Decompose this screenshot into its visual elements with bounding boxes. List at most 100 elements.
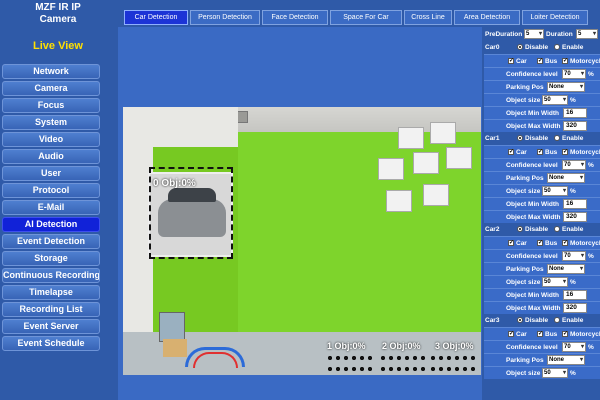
duration-select[interactable]: 5 <box>576 29 598 39</box>
car3-enable-radio[interactable] <box>554 317 560 323</box>
car1-type-car-checkbox[interactable]: ✓ <box>508 149 514 155</box>
sidebar-item-network[interactable]: Network <box>2 64 100 79</box>
sidebar-item-recording-list[interactable]: Recording List <box>2 302 100 317</box>
car0-type-car-checkbox[interactable]: ✓ <box>508 58 514 64</box>
car2-type-car-checkbox[interactable]: ✓ <box>508 240 514 246</box>
car2-min-width-row: Object Min Width 16 <box>484 288 600 301</box>
car3-parking-select[interactable]: None <box>547 355 585 365</box>
car1-enable-label: Enable <box>562 135 584 142</box>
car1-confidence-row: Confidence level 70% <box>484 158 600 171</box>
car3-confidence-select[interactable]: 70 <box>562 342 586 352</box>
car3-confidence-unit: % <box>588 344 594 351</box>
car1-min-width-input[interactable]: 16 <box>563 199 587 209</box>
car0-type-bus-checkbox[interactable]: ✓ <box>537 58 543 64</box>
car1-max-width-input[interactable]: 320 <box>563 212 587 222</box>
car0-max-width-input[interactable]: 320 <box>563 121 587 131</box>
tab-area-detection[interactable]: Area Detection <box>454 10 520 25</box>
zone-marker-3b[interactable] <box>429 365 479 373</box>
tab-face-detection[interactable]: Face Detection <box>262 10 328 25</box>
sidebar-item-focus[interactable]: Focus <box>2 98 100 113</box>
sidebar-item-continuous-recording[interactable]: Continuous Recording <box>2 268 100 283</box>
sidebar-item-camera[interactable]: Camera <box>2 81 100 96</box>
detection-label: 0 Obj:0% <box>153 178 196 189</box>
settings-panel: PreDuration 5 Duration 5 Car0 Disable Enab… <box>484 28 600 400</box>
tab-space-for-car[interactable]: Space For Car <box>330 10 402 25</box>
car0-max-width-row: Object Max Width 320 <box>484 119 600 132</box>
car0-parking-select[interactable]: None <box>547 82 585 92</box>
car3-type-motorcycle-label: Motorcycle <box>570 331 600 338</box>
sidebar-item-system[interactable]: System <box>2 115 100 130</box>
pre-duration-select[interactable]: 5 <box>524 29 544 39</box>
car3-header-row: Car3 Disable Enable <box>484 314 600 327</box>
car3-confidence-label: Confidence level <box>506 344 558 351</box>
sidebar-item-ai-detection[interactable]: AI Detection <box>2 217 100 232</box>
sidebar-nav: Network Camera Focus System Video Audio User Pr… <box>0 64 116 351</box>
sidebar-item-storage[interactable]: Storage <box>2 251 100 266</box>
sidebar-item-timelapse[interactable]: Timelapse <box>2 285 100 300</box>
car2-header-row: Car2 Disable Enable <box>484 223 600 236</box>
car2-size-select[interactable]: 50 <box>542 277 568 287</box>
car3-enable-label: Enable <box>562 317 584 324</box>
zone-marker-1b[interactable] <box>326 365 376 373</box>
car2-min-width-input[interactable]: 16 <box>563 290 587 300</box>
sidebar-item-event-server[interactable]: Event Server <box>2 319 100 334</box>
red-hose <box>193 352 238 368</box>
zone-label-1: 1 Obj:0% <box>327 341 366 351</box>
car2-type-bus-checkbox[interactable]: ✓ <box>537 240 543 246</box>
sidebar-item-video[interactable]: Video <box>2 132 100 147</box>
zone-marker-1[interactable] <box>326 354 376 362</box>
car3-size-unit: % <box>570 370 576 377</box>
car0-name: Car0 <box>485 44 500 51</box>
car1-name: Car1 <box>485 135 500 142</box>
car3-type-bus-checkbox[interactable]: ✓ <box>537 331 543 337</box>
car0-size-select[interactable]: 50 <box>542 95 568 105</box>
car0-enable-label: Enable <box>562 44 584 51</box>
sidebar-item-event-schedule[interactable]: Event Schedule <box>2 336 100 351</box>
zone-marker-2[interactable] <box>379 354 429 362</box>
car1-type-bus-checkbox[interactable]: ✓ <box>537 149 543 155</box>
car1-confidence-select[interactable]: 70 <box>562 160 586 170</box>
car1-size-select[interactable]: 50 <box>542 186 568 196</box>
zone-marker-3[interactable] <box>429 354 479 362</box>
car0-type-motorcycle-checkbox[interactable]: ✓ <box>562 58 568 64</box>
car1-type-motorcycle-checkbox[interactable]: ✓ <box>562 149 568 155</box>
car3-type-motorcycle-checkbox[interactable]: ✓ <box>562 331 568 337</box>
car2-confidence-select[interactable]: 70 <box>562 251 586 261</box>
tab-person-detection[interactable]: Person Detection <box>190 10 260 25</box>
car0-disable-radio[interactable] <box>517 44 523 50</box>
tab-loiter-detection[interactable]: Loiter Detection <box>522 10 588 25</box>
car0-min-width-input[interactable]: 16 <box>563 108 587 118</box>
car3-type-car-checkbox[interactable]: ✓ <box>508 331 514 337</box>
car0-type-bus-label: Bus <box>545 58 558 65</box>
car1-enable-radio[interactable] <box>554 135 560 141</box>
car3-size-label: Object size <box>506 370 541 377</box>
car1-disable-radio[interactable] <box>517 135 523 141</box>
car2-parking-select[interactable]: None <box>547 264 585 274</box>
car1-size-label: Object size <box>506 188 541 195</box>
car3-size-select[interactable]: 50 <box>542 368 568 378</box>
zone-marker-2b[interactable] <box>379 365 429 373</box>
sidebar-item-protocol[interactable]: Protocol <box>2 183 100 198</box>
car2-type-motorcycle-checkbox[interactable]: ✓ <box>562 240 568 246</box>
car2-parking-row: Parking Pos None <box>484 262 600 275</box>
car2-enable-radio[interactable] <box>554 226 560 232</box>
sidebar-item-event-detection[interactable]: Event Detection <box>2 234 100 249</box>
sidebar-item-audio[interactable]: Audio <box>2 149 100 164</box>
sidebar-item-user[interactable]: User <box>2 166 100 181</box>
car2-disable-radio[interactable] <box>517 226 523 232</box>
car3-disable-radio[interactable] <box>517 317 523 323</box>
brand-line-2: Camera <box>39 14 77 25</box>
car2-name: Car2 <box>485 226 500 233</box>
car3-size-row: Object size50% <box>484 366 600 379</box>
tab-car-detection[interactable]: Car Detection <box>124 10 188 25</box>
duration-label: Duration <box>546 31 573 38</box>
car0-enable-radio[interactable] <box>554 44 560 50</box>
live-view-link[interactable]: Live View <box>0 40 116 52</box>
car2-size-label: Object size <box>506 279 541 286</box>
car0-confidence-select[interactable]: 70 <box>562 69 586 79</box>
video-preview[interactable]: 0 Obj:0% 1 Obj:0% 2 Obj:0% 3 Obj:0% <box>123 107 481 375</box>
sidebar-item-e-mail[interactable]: E-Mail <box>2 200 100 215</box>
car1-parking-select[interactable]: None <box>547 173 585 183</box>
tab-cross-line[interactable]: Cross Line <box>404 10 452 25</box>
car2-max-width-input[interactable]: 320 <box>563 303 587 313</box>
